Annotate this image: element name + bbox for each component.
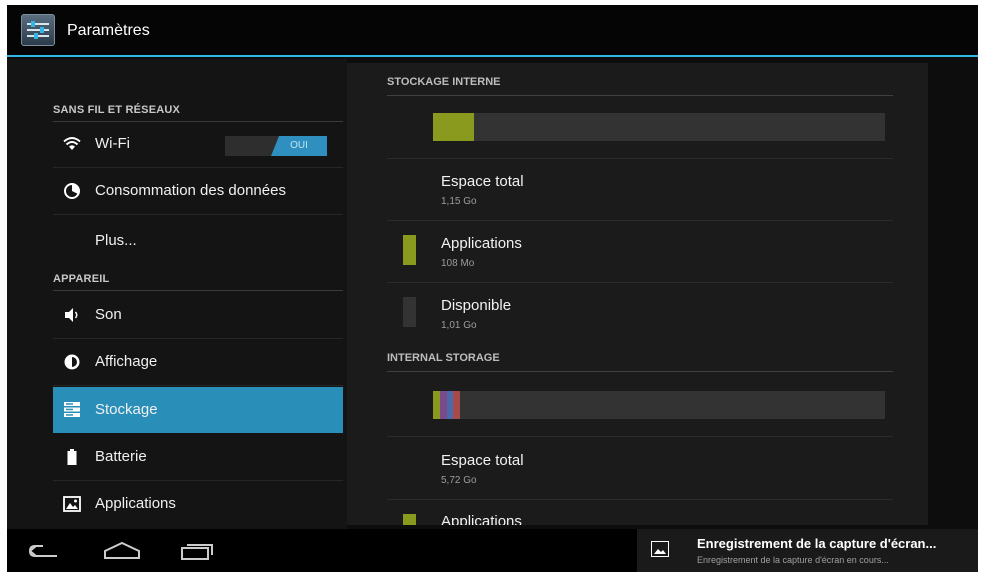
settings-item-data-usage[interactable]: Consommation des données (53, 169, 343, 213)
row-title: Disponible (441, 297, 512, 314)
settings-item-label: Plus... (95, 232, 137, 249)
divider (387, 499, 893, 500)
storage-pane: STOCKAGE INTERNE Espace total 1,15 Go Ap… (347, 63, 928, 525)
home-icon[interactable] (102, 541, 142, 561)
divider (387, 371, 893, 372)
section-header-internal-fr: STOCKAGE INTERNE (387, 76, 501, 88)
divider (387, 282, 893, 283)
storage-segments (433, 391, 885, 419)
apps-icon (63, 496, 81, 512)
section-header-internal-en: INTERNAL STORAGE (387, 352, 500, 364)
settings-item-applications[interactable]: Applications (53, 482, 343, 526)
brightness-icon (64, 354, 80, 370)
storage-segment (453, 391, 461, 419)
toggle-on-label: OUI (271, 136, 327, 156)
divider (53, 480, 343, 481)
storage-segment (439, 391, 447, 419)
divider (387, 436, 893, 437)
settings-sliders-icon[interactable] (21, 14, 55, 46)
free-color-swatch (403, 297, 416, 327)
wifi-icon (63, 137, 81, 150)
screenshot-notification[interactable]: Enregistrement de la capture d'écran... … (637, 529, 978, 572)
row-value: 1,15 Go (441, 196, 477, 207)
settings-item-battery[interactable]: Batterie (53, 435, 343, 479)
divider (387, 158, 893, 159)
storage-segment (446, 391, 454, 419)
row-value: 5,72 Go (441, 475, 477, 486)
settings-item-label: Applications (95, 495, 176, 512)
storage-usage-bar (433, 113, 885, 141)
apps-color-swatch (403, 235, 416, 265)
section-header-device: APPAREIL (53, 273, 110, 285)
settings-item-display[interactable]: Affichage (53, 340, 343, 384)
storage-icon (64, 402, 80, 417)
back-icon[interactable] (27, 542, 61, 560)
page-title: Paramètres (67, 22, 150, 39)
settings-item-label: Affichage (95, 353, 158, 370)
volume-icon (65, 308, 78, 322)
settings-item-label: Wi-Fi (95, 135, 130, 152)
row-title: Applications (441, 513, 522, 525)
settings-item-label: Batterie (95, 448, 147, 465)
action-bar: Paramètres (7, 5, 978, 57)
storage-segment (433, 391, 440, 419)
row-title: Applications (441, 235, 522, 252)
divider (53, 290, 343, 291)
divider (387, 220, 893, 221)
storage-used-fill (433, 113, 474, 141)
row-value: 108 Mo (441, 258, 475, 269)
apps-color-swatch (403, 514, 416, 525)
settings-item-more[interactable]: Plus... (53, 219, 343, 263)
divider (53, 385, 343, 386)
row-title: Espace total (441, 173, 524, 190)
storage-usage-bar-segments (433, 391, 885, 419)
divider (53, 214, 343, 215)
recent-apps-icon[interactable] (179, 541, 215, 561)
settings-item-storage[interactable]: Stockage (53, 387, 343, 433)
settings-item-label: Stockage (95, 401, 158, 418)
row-value: 1,01 Go (441, 320, 477, 331)
settings-item-sound[interactable]: Son (53, 293, 343, 337)
divider (387, 95, 893, 96)
wifi-toggle[interactable]: OUI (225, 136, 327, 156)
image-icon (651, 541, 669, 557)
android-screen: Paramètres SANS FIL ET RÉSEAUX Wi-Fi OUI… (7, 5, 978, 572)
settings-item-label: Son (95, 306, 122, 323)
notification-title: Enregistrement de la capture d'écran... (697, 536, 937, 551)
divider (53, 167, 343, 168)
section-header-wireless: SANS FIL ET RÉSEAUX (53, 104, 181, 116)
row-title: Espace total (441, 452, 524, 469)
notification-subtitle: Enregistrement de la capture d'écran en … (697, 555, 889, 565)
data-usage-icon (64, 183, 80, 199)
divider (53, 338, 343, 339)
settings-item-label: Consommation des données (95, 182, 286, 199)
settings-list: SANS FIL ET RÉSEAUX Wi-Fi OUI Consommati… (7, 59, 347, 529)
settings-item-wifi[interactable]: Wi-Fi OUI (53, 122, 343, 166)
battery-icon (67, 449, 77, 465)
